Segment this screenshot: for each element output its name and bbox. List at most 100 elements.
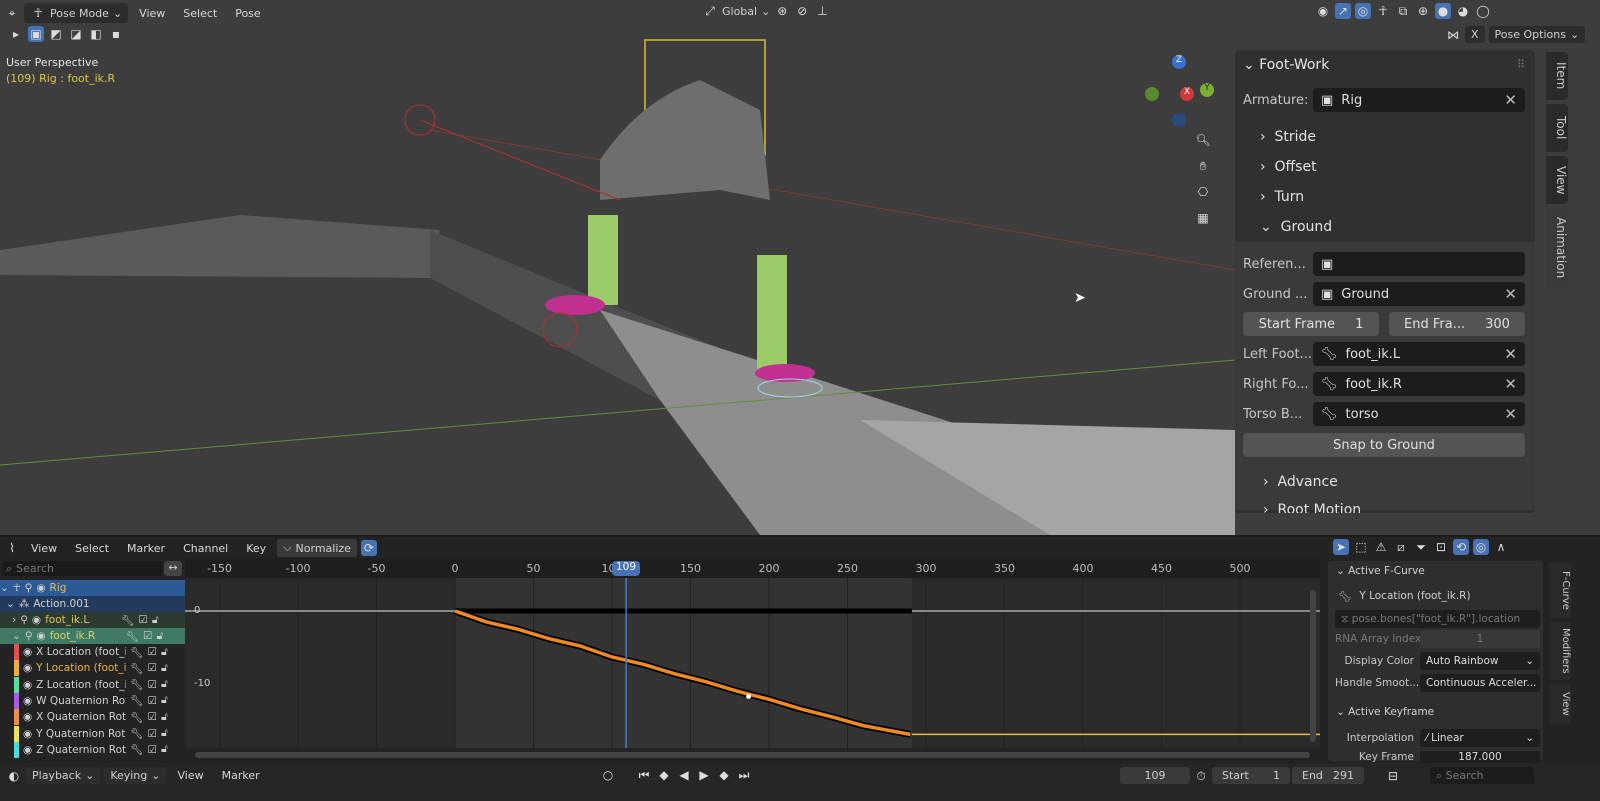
- view-toggle-icon[interactable]: ⊟: [1385, 768, 1401, 784]
- section-stride[interactable]: › Stride: [1260, 129, 1316, 145]
- gizmo-neg-y[interactable]: [1145, 87, 1159, 101]
- checkbox-icon[interactable]: ☑: [143, 630, 152, 642]
- menu-keying[interactable]: Keying ⌄: [104, 767, 167, 784]
- lock-icon[interactable]: 🔓︎: [161, 694, 168, 707]
- proportional-icon[interactable]: ⊥: [814, 3, 830, 19]
- gizmo-x-axis[interactable]: X: [1180, 87, 1194, 101]
- material-shading-icon[interactable]: ◕: [1455, 3, 1471, 19]
- tab-view[interactable]: View: [1546, 156, 1568, 204]
- select-tool-icon[interactable]: ▸: [8, 26, 24, 42]
- horizontal-scrollbar[interactable]: [195, 752, 1310, 758]
- end-frame-field[interactable]: End Fra... 300: [1389, 312, 1525, 336]
- vertical-scrollbar[interactable]: [1310, 590, 1316, 742]
- menu-select[interactable]: Select: [176, 5, 224, 22]
- section-turn[interactable]: › Turn: [1260, 189, 1304, 205]
- channel-fcurve[interactable]: ◉Y Location (foot_ik.R)🔧︎☑🔓︎: [0, 660, 185, 677]
- modifier-wrench-icon[interactable]: 🔧︎: [130, 743, 143, 756]
- checkbox-icon[interactable]: ☑: [148, 744, 157, 756]
- eye-icon[interactable]: ◉: [23, 679, 32, 691]
- channel-rig[interactable]: ⌄ ☥ ⚲ ◉ Rig: [0, 580, 185, 596]
- zoom-icon[interactable]: 🔍︎: [1195, 132, 1211, 148]
- mirror-x-toggle[interactable]: X: [1465, 26, 1485, 43]
- start-frame-field[interactable]: Start Frame 1: [1243, 312, 1379, 336]
- eye-icon[interactable]: ◉: [23, 711, 32, 723]
- select-invert-icon[interactable]: ◧: [88, 26, 104, 42]
- checkbox-icon[interactable]: ☑: [138, 614, 147, 626]
- reference-field[interactable]: ▣: [1313, 252, 1525, 276]
- data-path-field[interactable]: ⧖ pose.bones["foot_ik.R"].location: [1335, 610, 1540, 628]
- eye-icon[interactable]: ◉: [23, 695, 32, 707]
- gizmo-z-axis[interactable]: Z: [1172, 55, 1186, 69]
- play-icon[interactable]: ▶: [696, 767, 712, 783]
- orientation-dropdown[interactable]: Global: [722, 5, 757, 18]
- display-color-dropdown[interactable]: Auto Rainbow ⌄: [1420, 652, 1540, 670]
- only-errors-icon[interactable]: ⚠: [1373, 539, 1389, 555]
- checkbox-icon[interactable]: ☑: [148, 662, 157, 674]
- rendered-shading-icon[interactable]: ◯: [1475, 3, 1491, 19]
- select-intersect-icon[interactable]: ▪: [108, 26, 124, 42]
- end-frame-field[interactable]: End 291: [1292, 767, 1364, 784]
- graph-menu-view[interactable]: View: [24, 540, 64, 557]
- active-fcurve-header[interactable]: ⌄ Active F-Curve: [1336, 565, 1425, 577]
- stopwatch-icon[interactable]: ⏱: [1193, 768, 1209, 784]
- select-extend-icon[interactable]: ◩: [48, 26, 64, 42]
- timeline-menu-marker[interactable]: Marker: [215, 767, 267, 784]
- eye-icon[interactable]: ◉: [23, 728, 32, 740]
- clear-icon[interactable]: ✕: [1504, 345, 1517, 363]
- section-ground[interactable]: ⌄ Ground: [1260, 219, 1332, 235]
- section-offset[interactable]: › Offset: [1260, 159, 1317, 175]
- panel-header-foot-work[interactable]: ⌄ Foot-Work: [1243, 57, 1329, 73]
- eye-icon[interactable]: ◉: [37, 630, 46, 642]
- checkbox-icon[interactable]: ☑: [148, 728, 157, 740]
- modifier-wrench-icon[interactable]: 🔧︎: [126, 630, 139, 643]
- drag-handle-icon[interactable]: ⠿: [1517, 58, 1525, 71]
- menu-pose[interactable]: Pose: [228, 5, 267, 22]
- gizmo-neg-z[interactable]: [1172, 113, 1186, 127]
- frame-ruler[interactable]: [185, 558, 1320, 578]
- tab-animation[interactable]: Animation: [1546, 208, 1568, 288]
- channel-fcurve[interactable]: ◉X Quaternion Rotation🔧︎☑🔓︎: [0, 709, 185, 726]
- section-advance[interactable]: › Advance: [1263, 474, 1338, 490]
- menu-view[interactable]: View: [132, 5, 172, 22]
- channel-fcurve[interactable]: ◉Z Location (foot_ik.R)🔧︎☑🔓︎: [0, 676, 185, 693]
- menu-playback[interactable]: Playback ⌄: [26, 767, 101, 784]
- next-keyframe-icon[interactable]: ◆: [716, 767, 732, 783]
- only-selected-icon[interactable]: ➤: [1333, 539, 1349, 555]
- channel-action[interactable]: ⌄ ⁂ Action.001: [0, 596, 185, 612]
- eye-icon[interactable]: ◉: [23, 646, 32, 658]
- modifier-wrench-icon[interactable]: 🔧︎: [130, 694, 143, 707]
- visibility-icon[interactable]: ◉: [1315, 3, 1331, 19]
- overlay-icon[interactable]: ◎: [1355, 3, 1371, 19]
- modifier-wrench-icon[interactable]: 🔧︎: [130, 678, 143, 691]
- prev-keyframe-icon[interactable]: ◆: [656, 767, 672, 783]
- lock-icon[interactable]: 🔓︎: [161, 727, 168, 740]
- graph-menu-key[interactable]: Key: [239, 540, 273, 557]
- ortho-grid-icon[interactable]: ▦: [1195, 210, 1211, 226]
- tab-tool[interactable]: Tool: [1546, 104, 1568, 152]
- clear-icon[interactable]: ✕: [1504, 405, 1517, 423]
- active-keyframe-header[interactable]: ⌄ Active Keyframe: [1336, 706, 1434, 718]
- key-frame-field[interactable]: 187.000: [1420, 751, 1540, 763]
- graph-menu-select[interactable]: Select: [68, 540, 116, 557]
- auto-normalize-icon[interactable]: ⟳: [360, 540, 377, 556]
- show-hidden-icon[interactable]: ⬚: [1353, 539, 1369, 555]
- checkbox-icon[interactable]: ☑: [148, 679, 157, 691]
- checkbox-icon[interactable]: ☑: [148, 695, 157, 707]
- interpolation-dropdown[interactable]: ⁄ Linear ⌄: [1420, 729, 1540, 747]
- eye-icon[interactable]: ◉: [23, 662, 32, 674]
- mode-dropdown[interactable]: ☥ Pose Mode ⌄: [24, 3, 129, 23]
- lock-icon[interactable]: 🔓︎: [161, 711, 168, 724]
- channel-fcurve[interactable]: ◉Y Quaternion Rotation🔧︎☑🔓︎: [0, 725, 185, 742]
- handle-smoothing-dropdown[interactable]: Continuous Acceler...: [1420, 674, 1540, 692]
- navigation-gizmo[interactable]: Z X Y: [1140, 55, 1220, 130]
- editor-type-icon[interactable]: ⌖: [4, 5, 20, 21]
- tab-graph-view[interactable]: View: [1549, 684, 1571, 724]
- armature-field[interactable]: ▣ Rig ✕: [1313, 88, 1525, 112]
- normalize-toggle[interactable]: ⌵ Normalize: [277, 539, 357, 557]
- wireframe-shading-icon[interactable]: ⊕: [1415, 3, 1431, 19]
- snap-icon[interactable]: ⊘: [794, 3, 810, 19]
- clear-icon[interactable]: ✕: [1504, 91, 1517, 109]
- pose-options-dropdown[interactable]: Pose Options ⌄: [1488, 26, 1586, 43]
- channel-group-foot-ik-l[interactable]: › ⚲ ◉ foot_ik.L 🔧︎ ☑ 🔓︎: [0, 612, 185, 628]
- current-frame-indicator[interactable]: 109: [612, 561, 640, 576]
